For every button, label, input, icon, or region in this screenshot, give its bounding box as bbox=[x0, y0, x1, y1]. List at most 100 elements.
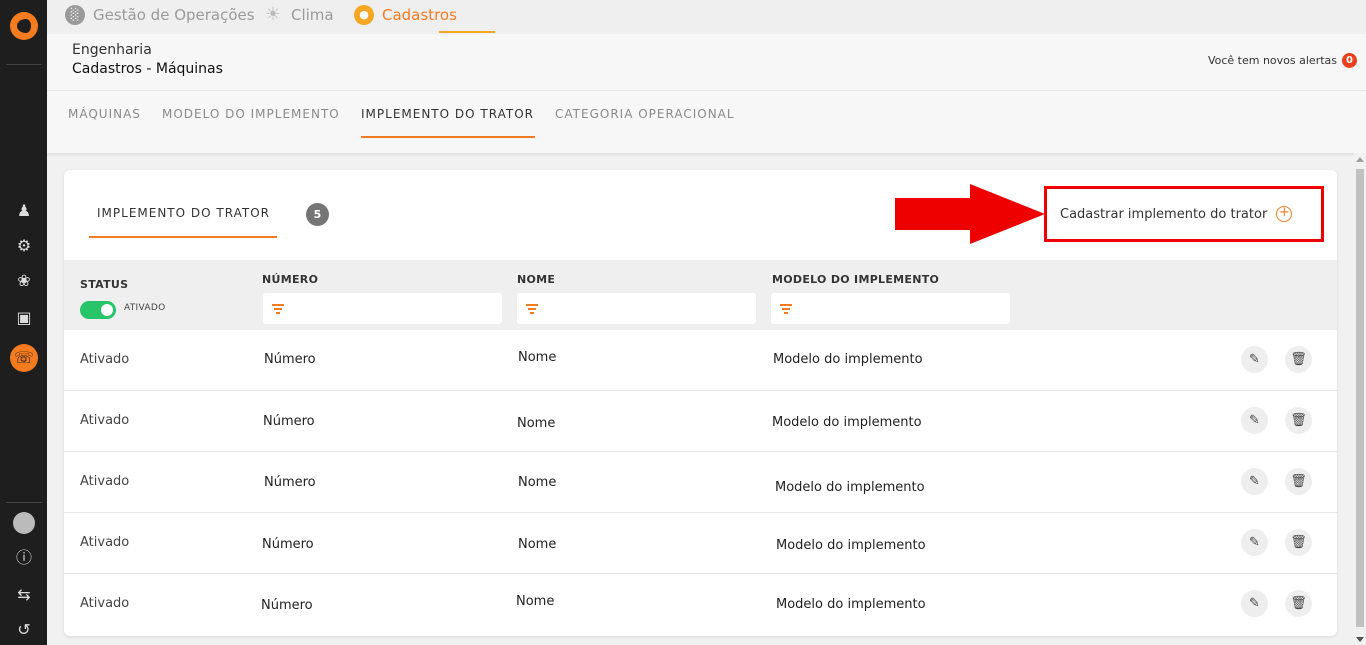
app-tab-label: Cadastros bbox=[382, 6, 457, 24]
cell-nome: Nome bbox=[518, 350, 557, 365]
scrollbar[interactable] bbox=[1354, 153, 1366, 645]
table-row[interactable]: Ativado Número Nome Modelo do implemento… bbox=[64, 513, 1337, 574]
sub-navigation: MÁQUINAS MODELO DO IMPLEMENTO IMPLEMENTO… bbox=[47, 91, 1366, 153]
gear-icon[interactable]: ⚙ bbox=[13, 235, 35, 257]
page-title: Cadastros - Máquinas bbox=[72, 61, 223, 77]
cell-numero: Número bbox=[264, 475, 316, 490]
annotation-arrow-icon bbox=[895, 184, 1045, 244]
cell-modelo: Modelo do implemento bbox=[773, 352, 923, 367]
avatar[interactable] bbox=[13, 512, 35, 534]
plus-circle-icon: + bbox=[1276, 206, 1293, 222]
table-row[interactable]: Ativado Número Nome Modelo do implemento… bbox=[64, 391, 1337, 452]
breadcrumb[interactable]: Engenharia bbox=[72, 42, 152, 58]
filter-icon bbox=[272, 304, 284, 314]
cell-numero: Número bbox=[262, 537, 314, 552]
filter-nome-input[interactable] bbox=[517, 293, 756, 324]
cell-modelo: Modelo do implemento bbox=[775, 480, 925, 495]
edit-button[interactable]: ✎ bbox=[1241, 529, 1268, 556]
sidebar-divider bbox=[6, 502, 42, 503]
app-tab-clima[interactable]: ☀ Clima bbox=[263, 4, 334, 26]
column-header-numero: NÚMERO bbox=[262, 273, 319, 286]
cell-nome: Nome bbox=[518, 537, 557, 552]
swap-icon[interactable]: ⇆ bbox=[13, 584, 35, 606]
cell-modelo: Modelo do implemento bbox=[772, 415, 922, 430]
filter-icon bbox=[526, 304, 538, 314]
cell-status: Ativado bbox=[80, 535, 130, 550]
edit-icon: ✎ bbox=[1249, 413, 1260, 428]
delete-button[interactable]: 🗑 bbox=[1285, 468, 1312, 495]
cell-numero: Número bbox=[264, 352, 316, 367]
cell-modelo: Modelo do implemento bbox=[776, 597, 926, 612]
trash-icon: 🗑 bbox=[1290, 535, 1307, 550]
user-settings-icon[interactable]: ♟ bbox=[13, 200, 35, 222]
table-row[interactable]: Ativado Número Nome Modelo do implemento… bbox=[64, 452, 1337, 513]
brand-logo[interactable] bbox=[10, 12, 38, 40]
card-tab-indicator bbox=[89, 236, 277, 238]
chart-icon: ░ bbox=[65, 5, 85, 25]
status-toggle[interactable] bbox=[80, 301, 116, 319]
plant-icon[interactable]: ❀ bbox=[13, 270, 35, 292]
logout-icon[interactable]: ↺ bbox=[13, 619, 35, 641]
app-tab-label: Clima bbox=[291, 6, 334, 24]
cell-status: Ativado bbox=[80, 596, 130, 611]
cell-nome: Nome bbox=[517, 416, 556, 431]
left-sidebar: ♟ ⚙ ❀ ▣ ☏ ⓘ ⇆ ↺ bbox=[0, 0, 47, 645]
column-header-status: STATUS bbox=[80, 278, 129, 291]
cell-modelo: Modelo do implemento bbox=[776, 538, 926, 553]
edit-icon: ✎ bbox=[1249, 535, 1260, 550]
sidebar-divider bbox=[6, 64, 42, 65]
edit-icon: ✎ bbox=[1249, 352, 1260, 367]
tab-maquinas[interactable]: MÁQUINAS bbox=[68, 107, 141, 121]
cell-status: Ativado bbox=[80, 352, 130, 367]
column-header-modelo: MODELO DO IMPLEMENTO bbox=[772, 273, 940, 286]
filter-numero-input[interactable] bbox=[263, 293, 502, 324]
create-implement-button[interactable]: Cadastrar implemento do trator + bbox=[1060, 206, 1293, 222]
filter-icon bbox=[780, 304, 792, 314]
alerts-text: Você tem novos alertas bbox=[1207, 54, 1337, 67]
edit-button[interactable]: ✎ bbox=[1241, 407, 1268, 434]
app-tab-active-indicator bbox=[439, 31, 495, 33]
app-tab-label: Gestão de Operações bbox=[93, 6, 255, 24]
tractor-icon[interactable]: ☏ bbox=[10, 344, 38, 372]
table-header: STATUS ATIVADO NÚMERO NOME MODELO DO IMP… bbox=[64, 260, 1337, 330]
table-row[interactable]: Ativado Número Nome Modelo do implemento… bbox=[64, 574, 1337, 635]
alerts-notice[interactable]: Você tem novos alertas 0 bbox=[1208, 53, 1357, 68]
scrollbar-thumb[interactable] bbox=[1356, 169, 1364, 627]
tab-modelo-implemento[interactable]: MODELO DO IMPLEMENTO bbox=[162, 107, 340, 121]
app-tab-gestao[interactable]: ░ Gestão de Operações bbox=[65, 4, 255, 26]
tab-categoria-operacional[interactable]: CATEGORIA OPERACIONAL bbox=[555, 107, 735, 121]
cell-numero: Número bbox=[261, 598, 313, 613]
app-tab-cadastros[interactable]: ● Cadastros bbox=[354, 4, 457, 26]
trash-icon: 🗑 bbox=[1290, 474, 1307, 489]
cell-status: Ativado bbox=[80, 413, 130, 428]
content-card: IMPLEMENTO DO TRATOR 5 Cadastrar impleme… bbox=[64, 170, 1337, 636]
card-tab-implemento[interactable]: IMPLEMENTO DO TRATOR bbox=[97, 206, 270, 220]
edit-button[interactable]: ✎ bbox=[1241, 590, 1268, 617]
tab-active-indicator bbox=[361, 136, 535, 138]
cell-nome: Nome bbox=[518, 475, 557, 490]
help-icon[interactable]: ⓘ bbox=[13, 547, 35, 569]
edit-button[interactable]: ✎ bbox=[1241, 346, 1268, 373]
page-header: Engenharia Cadastros - Máquinas Você tem… bbox=[47, 34, 1366, 91]
delete-button[interactable]: 🗑 bbox=[1285, 529, 1312, 556]
delete-button[interactable]: 🗑 bbox=[1285, 346, 1312, 373]
count-badge: 5 bbox=[306, 203, 329, 226]
cell-nome: Nome bbox=[516, 594, 555, 609]
cell-numero: Número bbox=[263, 414, 315, 429]
table-row[interactable]: Ativado Número Nome Modelo do implemento… bbox=[64, 330, 1337, 391]
silo-icon[interactable]: ▣ bbox=[13, 307, 35, 329]
delete-button[interactable]: 🗑 bbox=[1285, 407, 1312, 434]
create-button-label: Cadastrar implemento do trator bbox=[1060, 206, 1268, 222]
scroll-down-icon[interactable] bbox=[1356, 637, 1364, 642]
scroll-up-icon[interactable] bbox=[1356, 157, 1364, 162]
edit-icon: ✎ bbox=[1249, 474, 1260, 489]
edit-icon: ✎ bbox=[1249, 596, 1260, 611]
delete-button[interactable]: 🗑 bbox=[1285, 590, 1312, 617]
cell-status: Ativado bbox=[80, 474, 130, 489]
user-icon: ● bbox=[354, 5, 374, 25]
filter-modelo-input[interactable] bbox=[771, 293, 1010, 324]
trash-icon: 🗑 bbox=[1290, 413, 1307, 428]
sun-icon: ☀ bbox=[264, 4, 282, 25]
edit-button[interactable]: ✎ bbox=[1241, 468, 1268, 495]
tab-implemento-trator[interactable]: IMPLEMENTO DO TRATOR bbox=[361, 107, 534, 121]
